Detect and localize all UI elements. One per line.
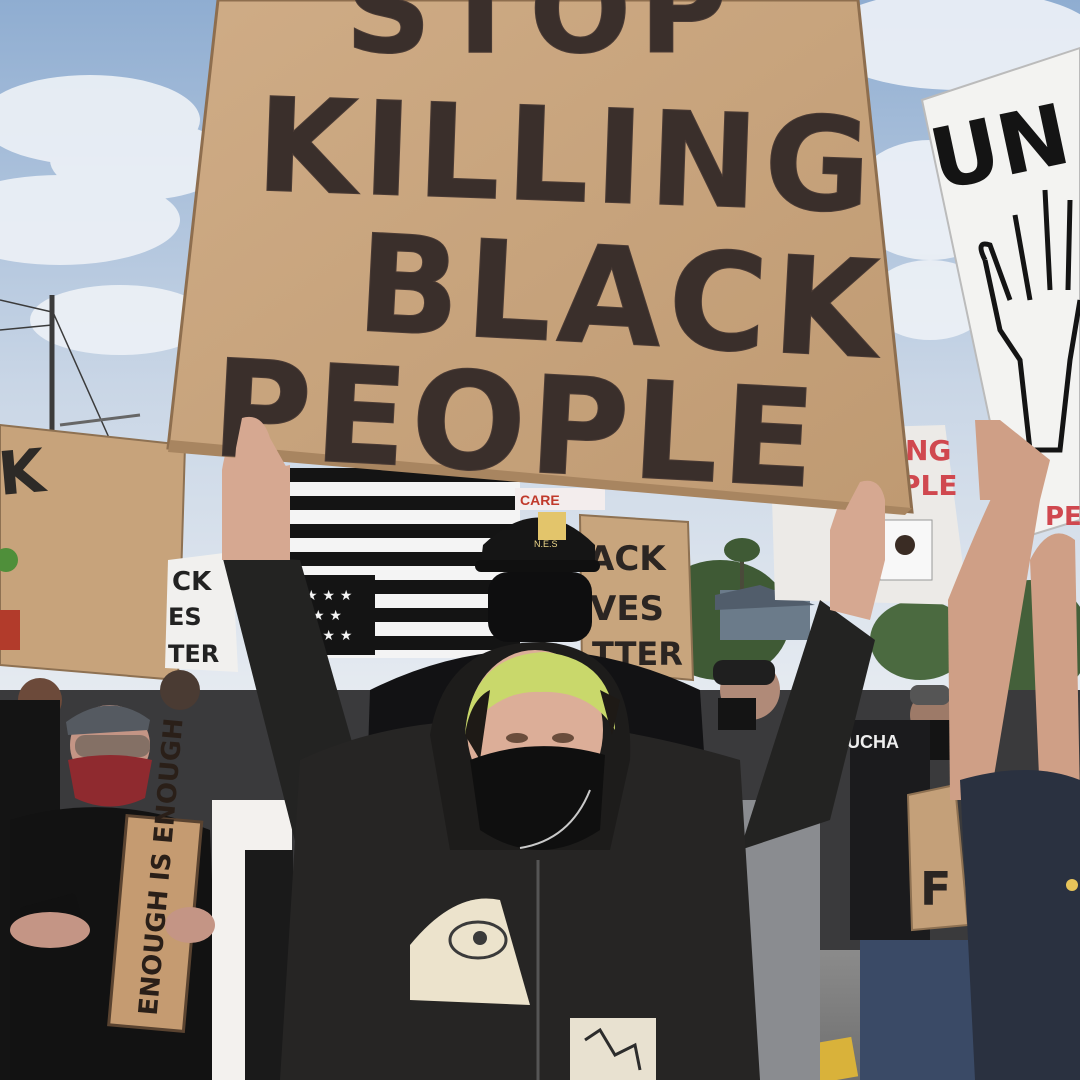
lower-sign-text: F	[920, 862, 951, 916]
svg-text:★ ★ ★: ★ ★ ★	[305, 588, 352, 604]
main-sign-line1: STOP	[345, 0, 735, 81]
far-left-sign-line3: TER	[168, 640, 219, 668]
middle-cardboard-sign: ACK VES TTER	[578, 513, 695, 682]
middle-sign-line1: ACK	[588, 539, 667, 579]
main-sign-line4: PEOPLE	[208, 330, 823, 519]
right-sign-sub: PE	[1045, 502, 1080, 532]
shirt-text: UCHA	[847, 732, 899, 752]
far-left-cardboard-sign: K	[0, 423, 187, 682]
middle-sign-line2: VES	[590, 589, 664, 629]
far-left-sign-line1: CK	[172, 567, 212, 597]
cap-logo-text: N.E.S	[534, 539, 558, 549]
right-small-sign-text1: NG	[905, 434, 951, 467]
main-cardboard-sign: STOP KILLING BLACK PEOPLE	[166, 0, 914, 519]
protest-photo: K CK ES TER ★ ★ ★ ★ ★ ★ ★ ★ CARE ACK VES…	[0, 0, 1080, 1080]
far-left-sign-line2: ES	[168, 603, 202, 631]
